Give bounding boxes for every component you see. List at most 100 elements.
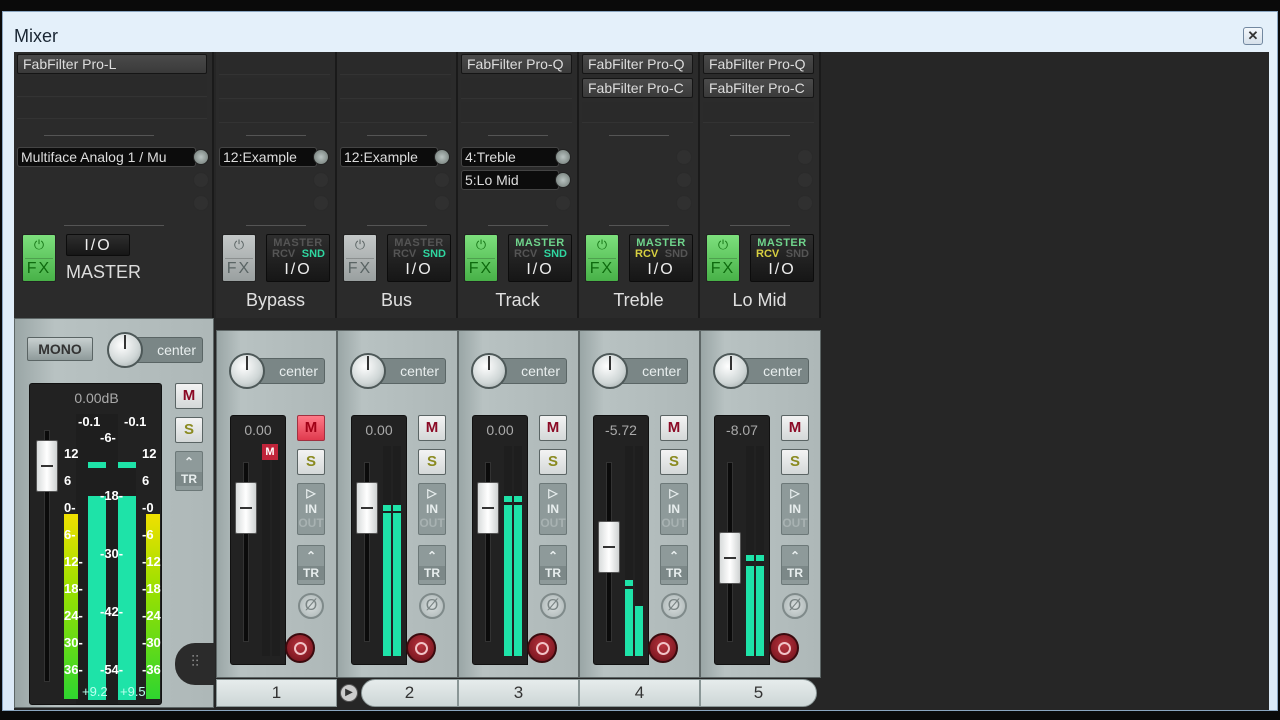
record-arm-button[interactable] — [769, 633, 799, 663]
routing-button[interactable]: MASTER RCV SND I/O — [508, 234, 572, 282]
pan-knob[interactable] — [713, 353, 749, 389]
solo-button[interactable]: S — [539, 449, 567, 475]
solo-button[interactable]: S — [297, 449, 325, 475]
send-level-knob[interactable] — [313, 195, 329, 211]
close-button[interactable]: ✕ — [1243, 27, 1263, 45]
empty-fx-row[interactable] — [461, 78, 572, 99]
fx-button[interactable]: ⏻ FX — [343, 234, 377, 282]
send-slot[interactable]: 12:Example — [219, 147, 317, 167]
send-level-knob[interactable] — [676, 172, 692, 188]
fx-slot[interactable]: FabFilter Pro-C — [582, 78, 693, 98]
empty-fx-row[interactable] — [582, 102, 693, 123]
solo-button[interactable]: S — [781, 449, 809, 475]
master-fader[interactable] — [36, 440, 58, 492]
volume-readout[interactable]: -8.07 — [715, 422, 769, 438]
solo-button[interactable]: S — [660, 449, 688, 475]
empty-fx-row[interactable] — [703, 102, 814, 123]
empty-fx-row[interactable] — [340, 78, 451, 99]
volume-fader[interactable] — [598, 521, 620, 574]
automation-button[interactable]: ⌃ TR — [539, 545, 567, 585]
volume-readout[interactable]: 0.00 — [352, 422, 406, 438]
record-arm-button[interactable] — [285, 633, 315, 663]
empty-fx-row[interactable] — [461, 102, 572, 123]
track-number[interactable]: 4 — [579, 679, 700, 707]
pan-knob[interactable] — [350, 353, 386, 389]
routing-button[interactable]: MASTER RCV SND I/O — [266, 234, 330, 282]
record-arm-button[interactable] — [406, 633, 436, 663]
input-monitor-button[interactable]: ▷ IN OUT — [781, 483, 809, 535]
empty-fx-row[interactable] — [219, 102, 330, 123]
empty-fx-row[interactable] — [219, 78, 330, 99]
send-level-knob[interactable] — [434, 172, 450, 188]
automation-button[interactable]: ⌃ TR — [297, 545, 325, 585]
mute-button[interactable]: M — [297, 415, 325, 441]
send-level-knob[interactable] — [676, 195, 692, 211]
input-monitor-button[interactable]: ▷ IN OUT — [418, 483, 446, 535]
phase-invert-button[interactable]: Ø — [419, 593, 445, 619]
mute-button[interactable]: M — [418, 415, 446, 441]
fx-button[interactable]: ⏻ FX — [706, 234, 740, 282]
record-arm-button[interactable] — [648, 633, 678, 663]
fx-slot[interactable]: FabFilter Pro-Q — [461, 54, 572, 74]
routing-button[interactable]: MASTER RCV SND I/O — [750, 234, 814, 282]
phase-invert-button[interactable]: Ø — [298, 593, 324, 619]
send-level-knob[interactable] — [676, 149, 692, 165]
volume-readout[interactable]: 0.00 — [231, 422, 285, 438]
master-io-button[interactable]: I/O — [66, 234, 130, 256]
volume-readout[interactable]: 0.00 — [473, 422, 527, 438]
phase-invert-button[interactable]: Ø — [782, 593, 808, 619]
empty-fx-row[interactable] — [219, 54, 330, 75]
routing-button[interactable]: MASTER RCV SND I/O — [629, 234, 693, 282]
send-slot[interactable]: 4:Treble — [461, 147, 559, 167]
automation-button[interactable]: ⌃ TR — [781, 545, 809, 585]
volume-fader[interactable] — [356, 481, 378, 534]
empty-fx-row[interactable] — [340, 102, 451, 123]
empty-fx-row[interactable] — [17, 98, 207, 119]
master-automation-button[interactable]: ⌃ TR — [175, 451, 203, 491]
phase-invert-button[interactable]: Ø — [661, 593, 687, 619]
track-name[interactable]: Track — [458, 290, 577, 311]
mute-button[interactable]: M — [539, 415, 567, 441]
phase-invert-button[interactable]: Ø — [540, 593, 566, 619]
fx-slot[interactable]: FabFilter Pro-Q — [703, 54, 814, 74]
mute-button[interactable]: M — [660, 415, 688, 441]
routing-button[interactable]: MASTER RCV SND I/O — [387, 234, 451, 282]
send-level-knob[interactable] — [797, 172, 813, 188]
folder-expand-button[interactable]: ▶ — [340, 684, 358, 702]
mixer-settings-button[interactable]: ⫶⫶ — [175, 643, 215, 685]
track-number[interactable]: 5 — [700, 679, 817, 707]
input-monitor-button[interactable]: ▷ IN OUT — [660, 483, 688, 535]
track-name[interactable]: Bypass — [216, 290, 335, 311]
mono-button[interactable]: MONO — [27, 337, 93, 361]
fx-button[interactable]: ⏻ FX — [585, 234, 619, 282]
mute-button[interactable]: M — [781, 415, 809, 441]
fx-slot[interactable]: FabFilter Pro-Q — [582, 54, 693, 74]
send-level-knob[interactable] — [797, 149, 813, 165]
input-monitor-button[interactable]: ▷ IN OUT — [539, 483, 567, 535]
empty-fx-row[interactable] — [340, 54, 451, 75]
send-level-knob[interactable] — [434, 195, 450, 211]
send-level-knob[interactable] — [313, 149, 329, 165]
input-monitor-button[interactable]: ▷ IN OUT — [297, 483, 325, 535]
solo-button[interactable]: S — [418, 449, 446, 475]
pan-knob[interactable] — [229, 353, 265, 389]
volume-fader[interactable] — [235, 481, 257, 534]
track-number[interactable]: 3 — [458, 679, 579, 707]
track-number[interactable]: 2 — [361, 679, 458, 707]
pan-knob[interactable] — [107, 332, 143, 368]
automation-button[interactable]: ⌃ TR — [418, 545, 446, 585]
master-fx-button[interactable]: ⏻ FX — [22, 234, 56, 282]
send-level-knob[interactable] — [797, 195, 813, 211]
track-name[interactable]: Bus — [337, 290, 456, 311]
send-slot[interactable]: 12:Example — [340, 147, 438, 167]
automation-button[interactable]: ⌃ TR — [660, 545, 688, 585]
send-level-knob[interactable] — [434, 149, 450, 165]
fx-button[interactable]: ⏻ FX — [464, 234, 498, 282]
send-level-knob[interactable] — [555, 172, 571, 188]
volume-fader[interactable] — [477, 481, 499, 534]
master-send-slot[interactable]: Multiface Analog 1 / Mu — [17, 147, 196, 167]
record-arm-button[interactable] — [527, 633, 557, 663]
send-level-knob[interactable] — [555, 149, 571, 165]
send-level-knob[interactable] — [313, 172, 329, 188]
pan-knob[interactable] — [471, 353, 507, 389]
